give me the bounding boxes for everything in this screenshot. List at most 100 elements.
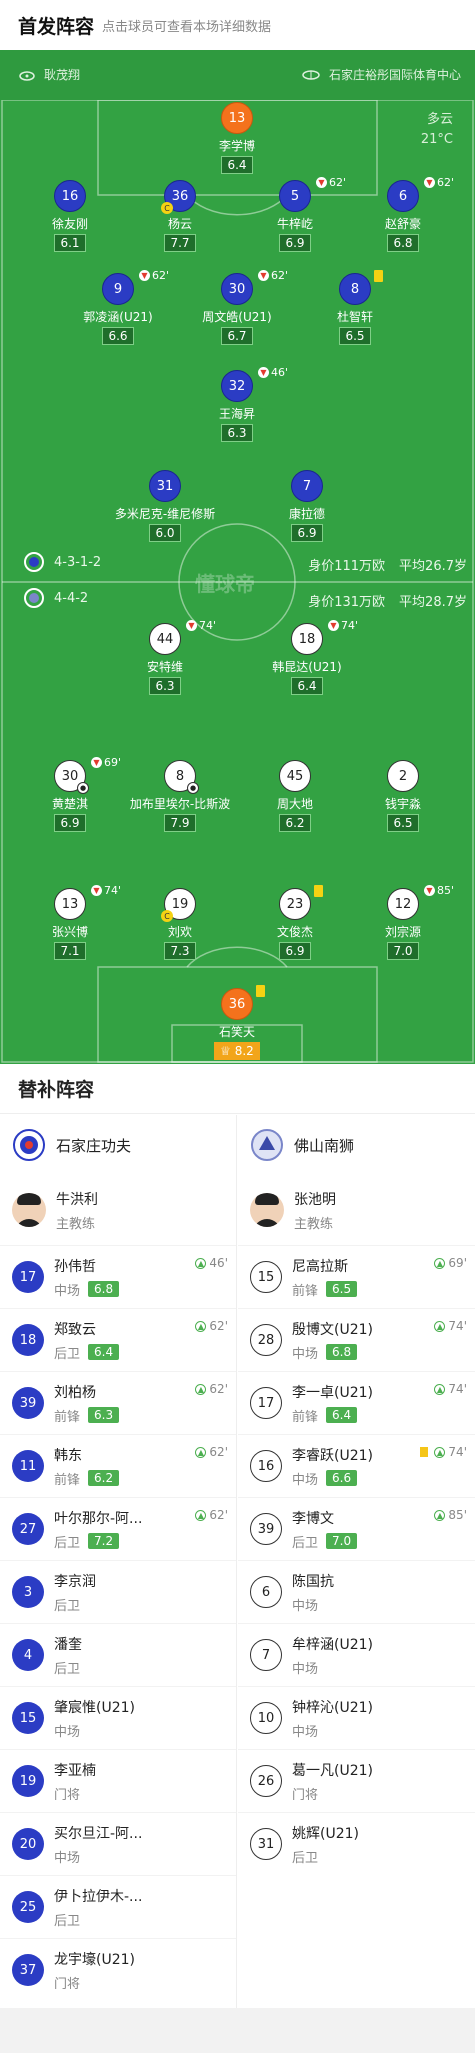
yellow-card-icon xyxy=(314,885,323,897)
player-number-badge: 19 C xyxy=(161,888,196,922)
away-coach[interactable]: 张池明 主教练 xyxy=(238,1175,475,1245)
sub-player-row[interactable]: 37 龙宇壕(U21) 门将 xyxy=(0,1938,236,2001)
player-position: 门将 xyxy=(292,1787,319,1803)
sub-player-row[interactable]: 7 牟梓涵(U21) 中场 xyxy=(238,1623,475,1686)
sub-player-row[interactable]: 19 李亚楠 门将 xyxy=(0,1749,236,1812)
lineup-subtitle: 点击球员可查看本场详细数据 xyxy=(102,19,272,35)
player-rating: 6.9 xyxy=(279,942,311,960)
player-name: 殷博文(U21) xyxy=(292,1321,373,1338)
sub-player-row[interactable]: 11 韩东 前锋 6.2 ▲ 62' xyxy=(0,1434,236,1497)
sub-in-time: ▲ 62' xyxy=(195,1445,228,1459)
sub-out-icon: ▼ xyxy=(91,885,102,896)
player-rating: 6.6 xyxy=(326,1470,358,1486)
player-name: 多米尼克-维尼修斯 xyxy=(114,507,216,521)
sub-player-row[interactable]: 18 郑致云 后卫 6.4 ▲ 62' xyxy=(0,1308,236,1371)
player-position: 后卫 xyxy=(54,1913,81,1929)
sub-in-icon: ▲ xyxy=(434,1257,446,1269)
away-player[interactable]: 44 ▼ 74' 安特维 6.3 xyxy=(110,619,220,695)
home-player[interactable]: 30 ▼ 62' 周文皓(U21) 6.7 xyxy=(182,269,292,345)
home-player[interactable]: 8 杜智轩 6.5 xyxy=(300,270,410,345)
sub-player-row[interactable]: 6 陈国抗 中场 xyxy=(238,1560,475,1623)
sub-in-icon: ▲ xyxy=(195,1257,207,1269)
sub-player-row[interactable]: 39 李博文 后卫 7.0 ▲ 85' xyxy=(238,1497,475,1560)
sub-player-row[interactable]: 27 叶尔那尔-阿... 后卫 7.2 ▲ 62' xyxy=(0,1497,236,1560)
player-name: 尼高拉斯 xyxy=(292,1258,348,1275)
sub-player-row[interactable]: 26 葛一凡(U21) 门将 xyxy=(238,1749,475,1812)
sub-out-icon: ▼ xyxy=(91,757,102,768)
lineup-title: 首发阵容 xyxy=(18,15,95,38)
sub-off: ▼ 74' xyxy=(91,884,121,897)
away-player[interactable]: 18 ▼ 74' 韩昆达(U21) 6.4 xyxy=(252,619,362,695)
player-number-badge: 6 ▼ 62' xyxy=(387,176,454,212)
home-player[interactable]: 13 李学博 6.4 xyxy=(182,102,292,174)
bottom-spacer xyxy=(0,2008,475,2053)
home-player[interactable]: 9 ▼ 62' 郭凌涵(U21) 6.6 xyxy=(63,269,173,345)
home-player[interactable]: 6 ▼ 62' 赵舒豪 6.8 xyxy=(348,176,458,252)
home-player[interactable]: 32 ▼ 46' 王海昇 6.3 xyxy=(182,366,292,442)
player-name: 康拉德 xyxy=(288,507,325,521)
away-team-age: 平均28.7岁 xyxy=(399,595,467,610)
player-rating: 6.9 xyxy=(279,234,311,252)
player-rating: 6.7 xyxy=(221,327,253,345)
sub-off: ▼ 74' xyxy=(186,619,216,632)
home-team-row[interactable]: 石家庄功夫 xyxy=(0,1115,236,1175)
venue: 石家庄裕彤国际体育中心 xyxy=(301,66,461,83)
away-player[interactable]: 13 ▼ 74' 张兴博 7.1 xyxy=(15,884,125,960)
sub-off: ▼ 69' xyxy=(91,756,121,769)
sub-player-row[interactable]: 10 钟梓沁(U21) 中场 xyxy=(238,1686,475,1749)
sub-player-row[interactable]: 39 刘柏杨 前锋 6.3 ▲ 62' xyxy=(0,1371,236,1434)
sub-player-row[interactable]: 16 李睿跃(U21) 中场 6.6 ▲ 74' xyxy=(238,1434,475,1497)
sub-in-icon: ▲ xyxy=(434,1320,446,1332)
sub-in-time: ▲ 85' xyxy=(434,1508,467,1522)
match-info-bar: 耿茂翔 石家庄裕彤国际体育中心 xyxy=(0,50,475,100)
sub-off: ▼ 62' xyxy=(258,269,288,282)
player-name: 杜智轩 xyxy=(336,310,373,324)
player-name: 郑致云 xyxy=(54,1321,96,1338)
sub-player-row[interactable]: 17 孙伟哲 中场 6.8 ▲ 46' xyxy=(0,1245,236,1308)
sub-player-row[interactable]: 4 潘奎 后卫 xyxy=(0,1623,236,1686)
away-team-row[interactable]: 佛山南狮 xyxy=(238,1115,475,1175)
player-number-badge: 19 xyxy=(12,1765,44,1797)
sub-player-row[interactable]: 17 李一卓(U21) 前锋 6.4 ▲ 74' xyxy=(238,1371,475,1434)
away-player[interactable]: 2 钱宇淼 6.5 xyxy=(348,760,458,832)
away-player[interactable]: 8 ● 加布里埃尔-比斯波 7.9 xyxy=(125,760,235,832)
sub-player-row[interactable]: 31 姚辉(U21) 后卫 xyxy=(238,1812,475,1875)
away-player[interactable]: 19 C 刘欢 7.3 xyxy=(125,888,235,960)
player-position: 门将 xyxy=(54,1976,81,1992)
player-name: 李博文 xyxy=(292,1510,334,1527)
avatar xyxy=(250,1193,284,1227)
away-team-stats: 身价131万欧 平均28.7岁 xyxy=(294,591,467,610)
sub-player-row[interactable]: 15 肇宸惟(U21) 中场 xyxy=(0,1686,236,1749)
sub-player-row[interactable]: 25 伊卜拉伊木-... 后卫 xyxy=(0,1875,236,1938)
away-player[interactable]: 12 ▼ 85' 刘宗源 7.0 xyxy=(348,884,458,960)
away-player[interactable]: 30 ▼ 69' ● 黄楚淇 6.9 xyxy=(15,756,125,832)
home-player[interactable]: 16 徐友刚 6.1 xyxy=(15,180,125,252)
sub-player-row[interactable]: 28 殷博文(U21) 中场 6.8 ▲ 74' xyxy=(238,1308,475,1371)
player-rating: 7.9 xyxy=(164,814,196,832)
away-player[interactable]: 23 文俊杰 6.9 xyxy=(240,885,350,960)
home-player[interactable]: 5 ▼ 62' 牛梓屹 6.9 xyxy=(240,176,350,252)
player-rating: 6.4 xyxy=(88,1344,120,1360)
away-player[interactable]: 45 周大地 6.2 xyxy=(240,760,350,832)
sub-player-row[interactable]: 3 李京润 后卫 xyxy=(0,1560,236,1623)
player-rating: 6.5 xyxy=(326,1281,358,1297)
sub-player-row[interactable]: 20 买尔旦江-阿... 中场 xyxy=(0,1812,236,1875)
home-player[interactable]: 36 C 杨云 7.7 xyxy=(125,180,235,252)
player-rating: 6.3 xyxy=(221,424,253,442)
player-position: 中场 xyxy=(54,1283,81,1299)
home-player[interactable]: 31 多米尼克-维尼修斯 6.0 xyxy=(110,470,220,542)
player-name: 杨云 xyxy=(167,217,192,231)
player-number-badge: 36 xyxy=(221,985,265,1020)
player-number-badge: 15 xyxy=(250,1261,282,1293)
coach-role: 主教练 xyxy=(294,1216,334,1232)
away-player[interactable]: 36 石笑天 ♕ 8.2 xyxy=(182,985,292,1060)
player-number-badge: 4 xyxy=(12,1639,44,1671)
home-player[interactable]: 7 康拉德 6.9 xyxy=(252,470,362,542)
sub-player-row[interactable]: 15 尼高拉斯 前锋 6.5 ▲ 69' xyxy=(238,1245,475,1308)
player-number-badge: 18 xyxy=(12,1324,44,1356)
home-coach[interactable]: 牛洪利 主教练 xyxy=(0,1175,236,1245)
away-formation-text: 4-4-2 xyxy=(54,590,89,606)
player-rating: 6.6 xyxy=(102,327,134,345)
player-number-badge: 17 xyxy=(250,1387,282,1419)
player-name: 黄楚淇 xyxy=(51,797,88,811)
